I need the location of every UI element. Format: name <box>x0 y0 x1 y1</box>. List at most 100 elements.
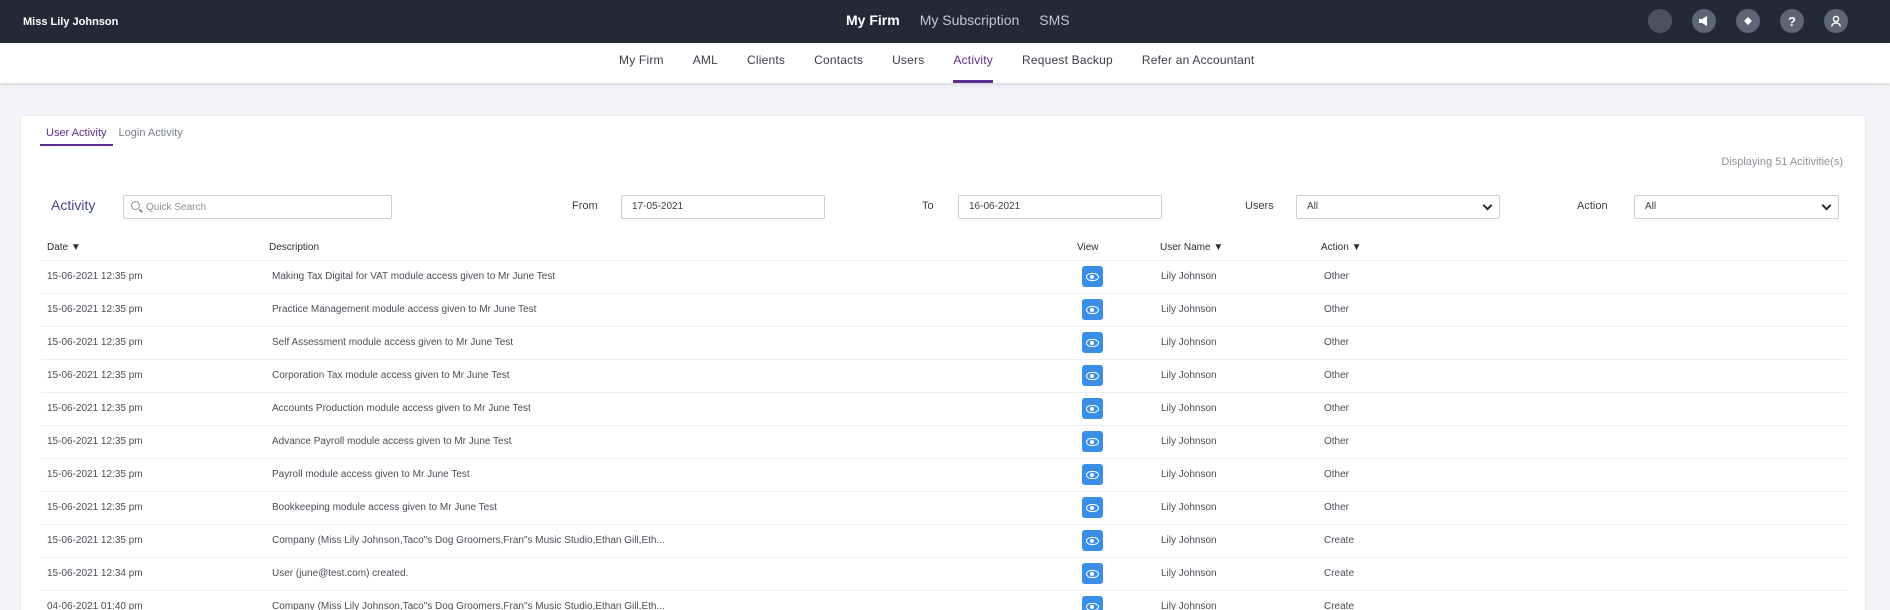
row-description: Corporation Tax module access given to M… <box>272 370 510 381</box>
to-date-field[interactable]: 16-06-2021 <box>958 195 1162 219</box>
view-button[interactable] <box>1082 530 1103 551</box>
subnav-clients[interactable]: Clients <box>747 43 785 83</box>
row-description: Self Assessment module access given to M… <box>272 337 514 348</box>
eye-icon <box>1086 273 1099 281</box>
view-button[interactable] <box>1082 299 1103 320</box>
subnav-activity[interactable]: Activity <box>953 43 994 83</box>
row-action: Other <box>1324 403 1350 414</box>
view-button[interactable] <box>1082 398 1103 419</box>
view-button[interactable] <box>1082 563 1103 584</box>
help-icon[interactable]: ? <box>1780 9 1804 33</box>
eye-icon <box>1086 504 1099 512</box>
topnav-sms[interactable]: SMS <box>1039 12 1069 28</box>
top-icons: ? <box>1648 9 1848 33</box>
row-action: Other <box>1324 436 1350 447</box>
from-label: From <box>572 200 598 212</box>
view-button[interactable] <box>1082 497 1103 518</box>
row-date: 15-06-2021 12:35 pm <box>47 436 143 447</box>
eye-icon <box>1086 471 1099 479</box>
subnav-users[interactable]: Users <box>892 43 924 83</box>
row-action: Other <box>1324 304 1350 315</box>
users-label: Users <box>1245 200 1274 212</box>
row-date: 15-06-2021 12:35 pm <box>47 271 143 282</box>
quick-search[interactable] <box>123 195 392 219</box>
topnav-my-subscription[interactable]: My Subscription <box>920 12 1020 28</box>
table-row: 15-06-2021 12:35 pm Company (Miss Lily J… <box>41 524 1847 557</box>
table-row: 15-06-2021 12:35 pm Corporation Tax modu… <box>41 359 1847 392</box>
action-select-value: All <box>1645 201 1657 212</box>
users-select[interactable]: All <box>1296 195 1500 219</box>
eye-icon <box>1086 537 1099 545</box>
search-input[interactable] <box>146 199 386 215</box>
view-column-header: View <box>1077 242 1099 253</box>
row-user-name: Lily Johnson <box>1161 502 1217 513</box>
users-select-value: All <box>1307 201 1319 212</box>
row-user-name: Lily Johnson <box>1161 535 1217 546</box>
table-row: 15-06-2021 12:35 pm Making Tax Digital f… <box>41 260 1847 293</box>
table-row: 15-06-2021 12:34 pm User (june@test.com)… <box>41 557 1847 590</box>
tab-user-activity[interactable]: User Activity <box>40 126 113 146</box>
eye-icon <box>1086 570 1099 578</box>
row-description: Bookkeeping module access given to Mr Ju… <box>272 502 497 513</box>
eye-icon <box>1086 405 1099 413</box>
eye-icon <box>1086 339 1099 347</box>
view-button[interactable] <box>1082 365 1103 386</box>
subnav-aml[interactable]: AML <box>693 43 718 83</box>
row-description: Payroll module access given to Mr June T… <box>272 469 470 480</box>
table-row: 15-06-2021 12:35 pm Advance Payroll modu… <box>41 425 1847 458</box>
table-row: 15-06-2021 12:35 pm Bookkeeping module a… <box>41 491 1847 524</box>
status-dot-icon[interactable] <box>1648 9 1672 33</box>
row-user-name: Lily Johnson <box>1161 337 1217 348</box>
table-row: 15-06-2021 12:35 pm Practice Management … <box>41 293 1847 326</box>
row-description: Company (Miss Lily Johnson,Taco"s Dog Gr… <box>272 601 665 610</box>
topnav-my-firm[interactable]: My Firm <box>846 12 900 28</box>
table-header: Date ▼ Description View User Name ▼ Acti… <box>41 242 1847 260</box>
top-nav: My Firm My Subscription SMS <box>846 12 1070 28</box>
row-date: 15-06-2021 12:34 pm <box>47 568 143 579</box>
subnav-contacts[interactable]: Contacts <box>814 43 863 83</box>
search-icon <box>131 201 140 210</box>
row-action: Other <box>1324 370 1350 381</box>
row-user-name: Lily Johnson <box>1161 403 1217 414</box>
table-row: 15-06-2021 12:35 pm Self Assessment modu… <box>41 326 1847 359</box>
view-button[interactable] <box>1082 332 1103 353</box>
subnav-refer-accountant[interactable]: Refer an Accountant <box>1142 43 1255 83</box>
row-user-name: Lily Johnson <box>1161 568 1217 579</box>
row-action: Create <box>1324 535 1355 546</box>
activity-tabs: User Activity Login Activity <box>40 126 189 146</box>
view-button[interactable] <box>1082 266 1103 287</box>
tab-login-activity[interactable]: Login Activity <box>113 126 189 146</box>
row-date: 04-06-2021 01:40 pm <box>47 601 143 610</box>
eye-icon <box>1086 306 1099 314</box>
ticket-icon[interactable] <box>1736 9 1760 33</box>
date-column-header[interactable]: Date ▼ <box>47 242 81 253</box>
table-row: 04-06-2021 01:40 pm Company (Miss Lily J… <box>41 590 1847 610</box>
chevron-down-icon <box>1821 200 1832 211</box>
description-column-header: Description <box>269 242 320 253</box>
subnav-my-firm[interactable]: My Firm <box>619 43 664 83</box>
row-user-name: Lily Johnson <box>1161 370 1217 381</box>
row-description: Accounts Production module access given … <box>272 403 531 414</box>
subnav-request-backup[interactable]: Request Backup <box>1022 43 1113 83</box>
view-button[interactable] <box>1082 431 1103 452</box>
action-column-header[interactable]: Action ▼ <box>1321 242 1361 253</box>
row-description: Making Tax Digital for VAT module access… <box>272 271 556 282</box>
row-description: User (june@test.com) created. <box>272 568 409 579</box>
table-row: 15-06-2021 12:35 pm Accounts Production … <box>41 392 1847 425</box>
row-date: 15-06-2021 12:35 pm <box>47 337 143 348</box>
view-button[interactable] <box>1082 464 1103 485</box>
action-label: Action <box>1577 200 1608 212</box>
eye-icon <box>1086 603 1099 610</box>
profile-icon[interactable] <box>1824 9 1848 33</box>
action-select[interactable]: All <box>1634 195 1839 219</box>
row-description: Advance Payroll module access given to M… <box>272 436 512 447</box>
table-row: 15-06-2021 12:35 pm Payroll module acces… <box>41 458 1847 491</box>
activity-label: Activity <box>51 197 96 213</box>
megaphone-icon[interactable] <box>1692 9 1716 33</box>
from-date-field[interactable]: 17-05-2021 <box>621 195 825 219</box>
to-label: To <box>922 200 934 212</box>
account-name[interactable]: Miss Lily Johnson <box>23 16 118 28</box>
row-date: 15-06-2021 12:35 pm <box>47 304 143 315</box>
view-button[interactable] <box>1082 596 1103 610</box>
user-name-column-header[interactable]: User Name ▼ <box>1160 242 1223 253</box>
